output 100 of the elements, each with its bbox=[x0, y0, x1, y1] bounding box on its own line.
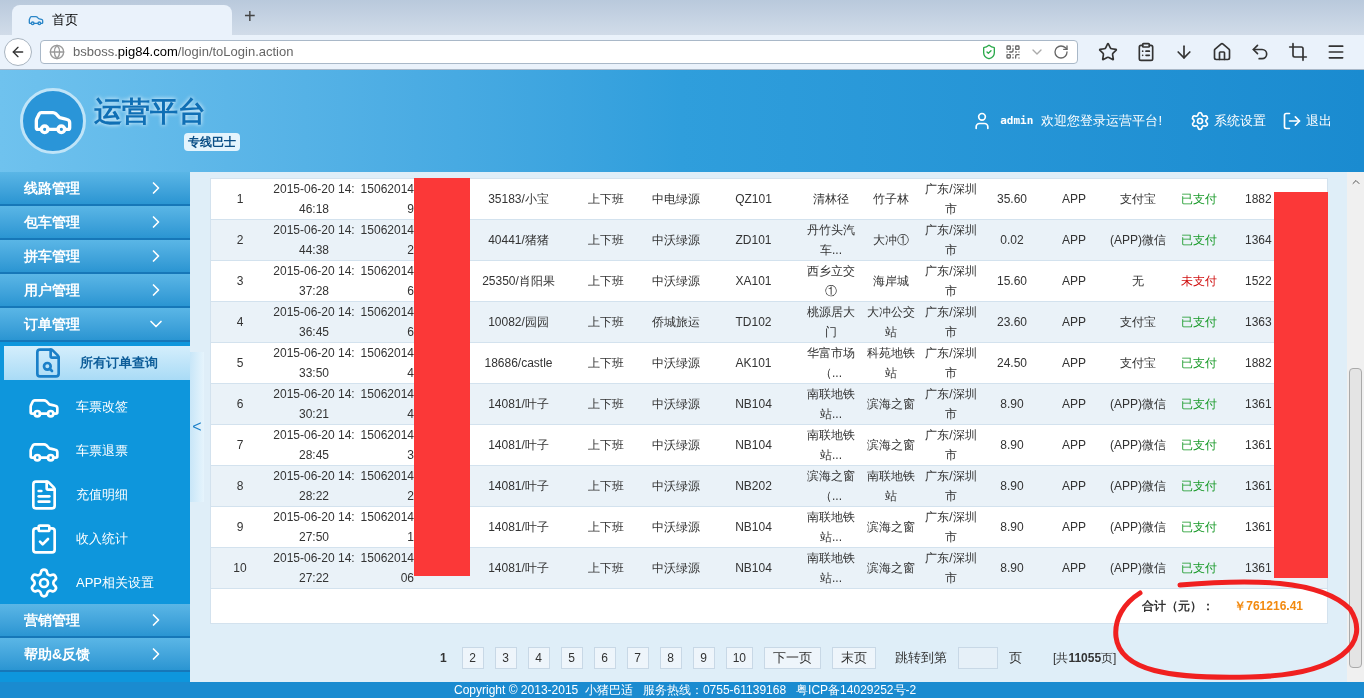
settings-icon bbox=[1190, 111, 1210, 131]
table-cell-text: 2015-06-20 14:27:50 bbox=[272, 509, 356, 546]
browser-tab[interactable]: 首页 bbox=[12, 5, 232, 35]
settings-link[interactable]: 系统设置 bbox=[1190, 111, 1266, 131]
table-cell-text: 5 bbox=[236, 355, 244, 372]
page-button[interactable]: 8 bbox=[659, 647, 682, 669]
bookmark-star-icon[interactable] bbox=[1098, 42, 1118, 62]
table-cell-text: 15062014 bbox=[360, 550, 414, 567]
table-cell-text: APP bbox=[1062, 519, 1086, 536]
page-input[interactable] bbox=[958, 647, 999, 669]
table-cell-text: 中沃绿源 bbox=[652, 273, 700, 290]
page-button[interactable]: 4 bbox=[527, 647, 550, 669]
table-cell-text: 上下班 bbox=[588, 273, 624, 290]
table-cell-text: 2 bbox=[236, 232, 244, 249]
menu-group[interactable]: 拼车管理 bbox=[0, 240, 190, 274]
menu-group[interactable]: 包车管理 bbox=[0, 206, 190, 240]
table-cell-text: (APP)微信 bbox=[1110, 478, 1166, 495]
table-cell-text: (APP)微信 bbox=[1110, 560, 1166, 577]
table-cell-text: 中沃绿源 bbox=[652, 437, 700, 454]
welcome-text: 欢迎您登录运营平台! bbox=[1041, 112, 1162, 131]
table-cell-text: ZD101 bbox=[735, 232, 772, 249]
page-button[interactable]: 2 bbox=[461, 647, 484, 669]
table-cell-text: TD102 bbox=[735, 314, 772, 331]
table-cell-text: 15062014 bbox=[360, 345, 414, 362]
table-cell-text: 14081/叶子 bbox=[488, 437, 549, 454]
menu-group[interactable]: 线路管理 bbox=[0, 172, 190, 206]
table-cell-text: 大冲公交站 bbox=[866, 304, 916, 341]
crop-icon[interactable] bbox=[1288, 42, 1308, 62]
table-cell-text: 1361 bbox=[1245, 560, 1272, 577]
menu-group[interactable]: 营销管理 bbox=[0, 604, 190, 638]
submenu-item[interactable]: 收入统计 bbox=[0, 522, 190, 556]
status-label: 已支付 bbox=[1181, 478, 1217, 495]
address-bar[interactable]: bsboss.pig84.com/login/toLogin.action bbox=[40, 40, 1078, 64]
submenu-item[interactable]: 车票改签 bbox=[0, 390, 190, 424]
table-cell-text: 中沃绿源 bbox=[652, 355, 700, 372]
table-cell-text: 无 bbox=[1132, 273, 1144, 290]
submenu-item[interactable]: 充值明细 bbox=[0, 478, 190, 512]
table-cell-text: 滨海之窗 bbox=[866, 560, 916, 577]
table-cell-text: NB104 bbox=[735, 396, 772, 413]
table-cell-text: 南联地铁站 bbox=[866, 468, 916, 505]
footer: Copyright © 2013-2015 小猪巴适 服务热线：0755-61139168 粤ICP备14029252号-2 bbox=[0, 682, 1364, 698]
table-cell-text: 2015-06-20 14:27:22 bbox=[272, 550, 356, 587]
table-cell-text: 8.90 bbox=[1000, 560, 1024, 577]
table-cell-text: 上下班 bbox=[588, 232, 624, 249]
submenu-item[interactable]: 所有订单查询 bbox=[4, 346, 190, 380]
reload-icon[interactable] bbox=[1053, 44, 1069, 60]
page-button[interactable]: 9 bbox=[692, 647, 715, 669]
menu-group[interactable]: 帮助&反馈 bbox=[0, 638, 190, 672]
app-subtitle: 专线巴士 bbox=[184, 133, 240, 151]
page-button[interactable]: 7 bbox=[626, 647, 649, 669]
home-icon[interactable] bbox=[1212, 42, 1232, 62]
table-cell-text: 1522 bbox=[1245, 273, 1272, 290]
table-cell-text: 上下班 bbox=[588, 355, 624, 372]
table-cell-text: 1 bbox=[407, 529, 414, 546]
table-cell-text: APP bbox=[1062, 232, 1086, 249]
table-cell-text: 4 bbox=[407, 365, 414, 382]
table-cell-text: 上下班 bbox=[588, 191, 624, 208]
logout-icon bbox=[1282, 111, 1302, 131]
page-button[interactable]: 5 bbox=[560, 647, 583, 669]
last-page-button[interactable]: 末页 bbox=[832, 647, 877, 669]
table-cell-text: 06 bbox=[400, 570, 414, 587]
table-cell-text: 中电绿源 bbox=[652, 191, 700, 208]
table-cell-text: 1882 bbox=[1245, 191, 1272, 208]
page-button[interactable]: 6 bbox=[593, 647, 616, 669]
page-count: [共11055页] bbox=[1053, 650, 1117, 667]
table-cell-text: 广东/深圳市 bbox=[924, 181, 978, 218]
page-button[interactable]: 1 bbox=[436, 649, 451, 667]
table-cell-text: APP bbox=[1062, 273, 1086, 290]
table-cell-text: 滨海之窗 bbox=[866, 396, 916, 413]
back-button[interactable] bbox=[4, 38, 32, 66]
collapse-sidebar-button[interactable]: < bbox=[190, 352, 204, 502]
table-cell-text: 24.50 bbox=[997, 355, 1027, 372]
table-cell-text: 8.90 bbox=[1000, 437, 1024, 454]
reading-list-icon[interactable] bbox=[1136, 42, 1156, 62]
new-tab-button[interactable]: + bbox=[244, 1, 256, 35]
menu-group[interactable]: 订单管理 bbox=[0, 308, 190, 342]
table-cell-text: 3 bbox=[407, 447, 414, 464]
next-page-button[interactable]: 下一页 bbox=[764, 647, 822, 669]
table-cell-text: 广东/深圳市 bbox=[924, 509, 978, 546]
scrollbar-thumb[interactable] bbox=[1349, 368, 1362, 668]
table-cell-text: 2015-06-20 14:37:28 bbox=[272, 263, 356, 300]
table-cell-text: 2015-06-20 14:28:45 bbox=[272, 427, 356, 464]
page-button[interactable]: 10 bbox=[725, 647, 754, 669]
table-cell-text: 南联地铁站... bbox=[806, 550, 856, 587]
undo-icon[interactable] bbox=[1250, 42, 1270, 62]
page-suffix: 页 bbox=[1009, 649, 1023, 668]
table-cell-text: 竹子林 bbox=[872, 191, 910, 208]
table-cell-text: (APP)微信 bbox=[1110, 519, 1166, 536]
submenu-item[interactable]: 车票退票 bbox=[0, 434, 190, 468]
table-cell-text: 1363 bbox=[1245, 314, 1272, 331]
submenu-item[interactable]: APP相关设置 bbox=[0, 566, 190, 600]
table-cell-text: 支付宝 bbox=[1120, 314, 1156, 331]
table-cell-text: (APP)微信 bbox=[1110, 232, 1166, 249]
page-button[interactable]: 3 bbox=[494, 647, 517, 669]
table-cell-text: (APP)微信 bbox=[1110, 396, 1166, 413]
table-cell-text: 中沃绿源 bbox=[652, 232, 700, 249]
logout-link[interactable]: 退出 bbox=[1282, 111, 1332, 131]
menu-icon[interactable] bbox=[1326, 42, 1346, 62]
table-cell-text: 8.90 bbox=[1000, 396, 1024, 413]
menu-group[interactable]: 用户管理 bbox=[0, 274, 190, 308]
